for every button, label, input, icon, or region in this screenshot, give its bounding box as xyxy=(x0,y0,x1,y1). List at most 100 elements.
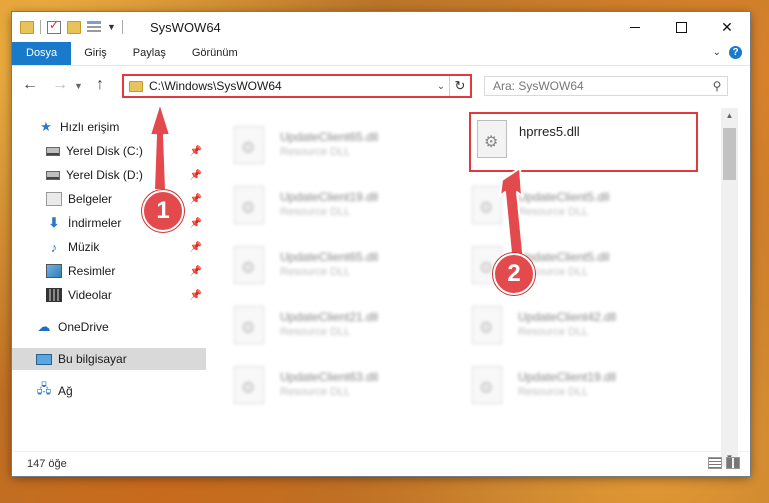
minimize-icon xyxy=(630,26,640,28)
sidebar-item-videos[interactable]: Videolar 📌 xyxy=(12,284,206,306)
sidebar-item-label: OneDrive xyxy=(58,320,109,334)
pictures-icon xyxy=(46,264,62,278)
dll-file-icon xyxy=(472,186,502,224)
pin-icon[interactable]: 📌 xyxy=(190,194,202,205)
file-type: Resource DLL xyxy=(518,326,589,338)
back-arrow-icon[interactable]: ← xyxy=(22,76,38,94)
sidebar-item-label: Hızlı erişim xyxy=(60,120,120,134)
step-badge-2: 2 xyxy=(493,253,535,295)
navigation-pane: ★ Hızlı erişim Yerel Disk (C:) 📌 Yerel D… xyxy=(12,108,206,408)
tab-view[interactable]: Görünüm xyxy=(179,42,251,65)
file-type: Resource DLL xyxy=(280,266,351,278)
close-button[interactable]: ✕ xyxy=(704,12,750,42)
expand-ribbon-chevron-icon[interactable]: ⌄ xyxy=(713,47,721,58)
search-placeholder: Ara: SysWOW64 xyxy=(493,79,584,93)
file-item[interactable]: UpdateClient19.dll Resource DLL xyxy=(216,176,446,228)
help-icon[interactable]: ? xyxy=(729,46,742,59)
file-item[interactable]: UpdateClient42.dll Resource DLL xyxy=(454,296,684,348)
title-bar: ▼ SysWOW64 ✕ xyxy=(12,12,750,42)
tab-share[interactable]: Paylaş xyxy=(120,42,179,65)
file-type: Resource DLL xyxy=(280,386,351,398)
navigation-bar: ← → ▼ ↑ C:\Windows\SysWOW64 ⌄ ↻ Ara: Sys… xyxy=(12,72,750,100)
window-title: SysWOW64 xyxy=(150,20,221,35)
file-name: hprres5.dll xyxy=(519,124,580,139)
network-icon: 🖧 xyxy=(36,381,52,396)
file-item[interactable]: UpdateClient65.dll Resource DLL xyxy=(216,236,446,288)
sidebar-item-label: Videolar xyxy=(68,288,112,302)
file-type: Resource DLL xyxy=(280,206,351,218)
file-item[interactable]: UpdateClient5.dll Resource DLL xyxy=(454,236,684,288)
new-folder-icon[interactable] xyxy=(67,20,81,34)
file-item[interactable]: UpdateClient19.dll Resource DLL xyxy=(454,356,684,408)
up-arrow-icon[interactable]: ↑ xyxy=(96,76,104,94)
recent-locations-chevron-icon[interactable]: ▼ xyxy=(74,81,83,91)
address-bar[interactable]: C:\Windows\SysWOW64 ⌄ ↻ xyxy=(122,74,472,98)
file-name: UpdateClient19.dll xyxy=(280,190,379,204)
forward-arrow-icon[interactable]: → xyxy=(52,76,68,94)
pin-icon[interactable]: 📌 xyxy=(190,218,202,229)
ribbon-divider xyxy=(12,65,750,66)
file-item[interactable]: UpdateClient65.dll Resource DLL xyxy=(216,116,446,168)
vertical-scrollbar[interactable]: ▲ ▼ xyxy=(721,108,738,466)
music-icon: ♪ xyxy=(50,239,58,255)
sidebar-item-local-disk-c[interactable]: Yerel Disk (C:) 📌 xyxy=(12,140,206,162)
sidebar-item-label: Müzik xyxy=(68,240,100,254)
dll-file-icon xyxy=(234,126,264,164)
pin-icon[interactable]: 📌 xyxy=(190,266,202,277)
view-switcher xyxy=(708,457,740,469)
sidebar-item-pictures[interactable]: Resimler 📌 xyxy=(12,260,206,282)
toolbar-separator xyxy=(121,20,123,34)
maximize-button[interactable] xyxy=(658,12,704,42)
step-badge-1: 1 xyxy=(142,190,184,232)
file-name: UpdateClient21.dll xyxy=(280,310,379,324)
scroll-thumb[interactable] xyxy=(723,128,736,180)
file-type: Resource DLL xyxy=(280,146,351,158)
sidebar-item-local-disk-d[interactable]: Yerel Disk (D:) 📌 xyxy=(12,164,206,186)
toolbar-separator xyxy=(40,20,41,34)
file-item[interactable]: UpdateClient5.dll Resource DLL xyxy=(454,176,684,228)
search-input[interactable]: Ara: SysWOW64 ⚲ xyxy=(484,76,728,96)
properties-icon[interactable] xyxy=(87,20,101,34)
properties-check-icon[interactable] xyxy=(47,18,61,34)
pin-icon[interactable]: 📌 xyxy=(190,170,202,181)
pin-icon[interactable]: 📌 xyxy=(190,242,202,253)
quick-access-toolbar: ▼ xyxy=(20,18,123,34)
file-explorer-window: ▼ SysWOW64 ✕ Dosya Giriş Paylaş Görünüm … xyxy=(12,12,750,476)
sidebar-item-quick-access[interactable]: ★ Hızlı erişim xyxy=(12,116,206,138)
address-dropdown-icon[interactable]: ⌄ xyxy=(433,81,449,92)
file-item[interactable]: UpdateClient63.dll Resource DLL xyxy=(216,356,446,408)
star-icon: ★ xyxy=(40,119,52,134)
customize-toolbar-dropdown-icon[interactable]: ▼ xyxy=(107,22,116,32)
status-bar: 147 öğe xyxy=(12,451,750,476)
tab-file[interactable]: Dosya xyxy=(12,42,72,65)
tab-home[interactable]: Giriş xyxy=(71,42,120,65)
dll-file-icon xyxy=(234,246,264,284)
pin-icon[interactable]: 📌 xyxy=(190,290,202,301)
pin-icon[interactable]: 📌 xyxy=(190,146,202,157)
sidebar-item-music[interactable]: ♪ Müzik 📌 xyxy=(12,236,206,258)
address-path[interactable]: C:\Windows\SysWOW64 xyxy=(149,79,433,93)
file-list: UpdateClient65.dll Resource DLL UpdateCl… xyxy=(216,108,720,448)
large-icons-view-icon[interactable] xyxy=(726,457,740,469)
dll-file-icon xyxy=(472,366,502,404)
ribbon-tabs: Dosya Giriş Paylaş Görünüm xyxy=(12,42,750,65)
sidebar-item-label: Bu bilgisayar xyxy=(58,352,127,366)
cloud-icon: ☁ xyxy=(37,319,51,334)
folder-icon xyxy=(129,80,143,92)
file-name: UpdateClient65.dll xyxy=(280,250,379,264)
file-item-hprres5[interactable]: hprres5.dll xyxy=(469,112,698,172)
refresh-icon[interactable]: ↻ xyxy=(449,76,470,96)
file-name: UpdateClient65.dll xyxy=(280,130,379,144)
search-icon: ⚲ xyxy=(712,79,722,93)
sidebar-item-onedrive[interactable]: ☁ OneDrive xyxy=(12,316,206,338)
details-view-icon[interactable] xyxy=(708,457,722,469)
folder-icon[interactable] xyxy=(20,20,34,34)
file-name: UpdateClient42.dll xyxy=(518,310,617,324)
minimize-button[interactable] xyxy=(612,12,658,42)
sidebar-item-network[interactable]: 🖧 Ağ xyxy=(12,380,206,402)
file-item[interactable]: UpdateClient21.dll Resource DLL xyxy=(216,296,446,348)
scroll-up-arrow-icon[interactable]: ▲ xyxy=(721,108,738,124)
sidebar-item-this-pc[interactable]: Bu bilgisayar xyxy=(12,348,206,370)
dll-file-icon xyxy=(472,306,502,344)
file-type: Resource DLL xyxy=(518,206,589,218)
